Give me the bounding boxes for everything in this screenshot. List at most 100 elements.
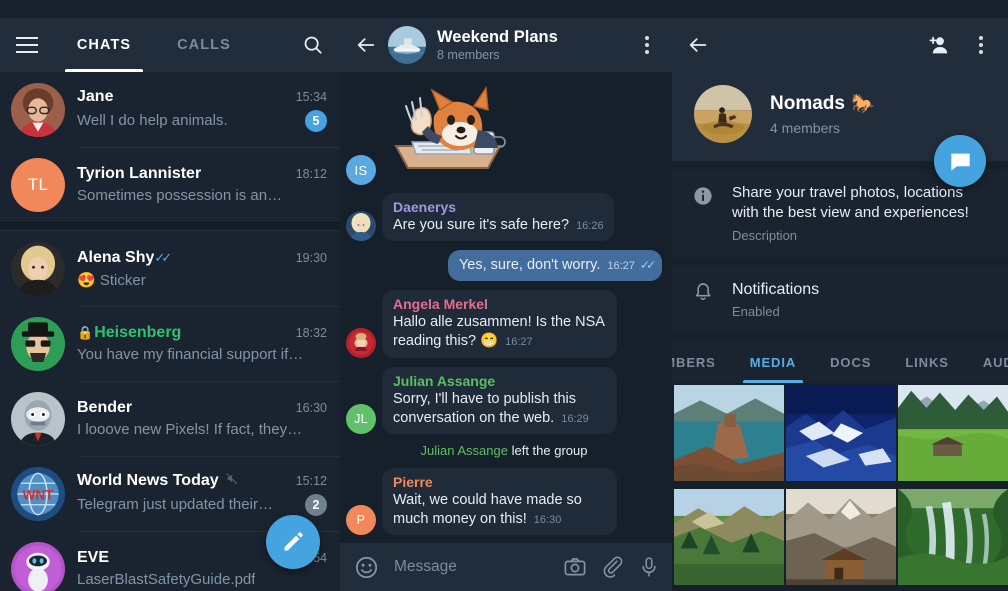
message-time: 16:26 <box>576 220 604 232</box>
avatar[interactable]: P <box>346 505 376 535</box>
pencil-icon <box>284 532 303 551</box>
chat-list-item-bender[interactable]: Bender 16:30 I looove new Pixels! If fact,… <box>0 381 340 456</box>
conversation-back-button[interactable] <box>344 23 388 67</box>
profile-name-block: Nomads 🐎 4 members <box>770 92 875 136</box>
menu-button[interactable] <box>0 18 54 72</box>
avatar[interactable] <box>11 391 65 446</box>
message-bubble[interactable]: Angela Merkel Hallo alle zusammen! Is the… <box>382 290 617 358</box>
conversation-avatar[interactable] <box>388 26 426 64</box>
message-sender: Daenerys <box>393 199 457 215</box>
chat-item-body: Bender 16:30 I looove new Pixels! If fact,… <box>77 399 327 438</box>
avatar[interactable]: JL <box>346 403 376 434</box>
message-bubble[interactable]: Pierre Wait, we could have made so much m… <box>382 467 617 535</box>
chat-item-time: 18:12 <box>295 167 327 181</box>
status-bar-chat <box>340 0 672 18</box>
chat-item-bottom: Telegram just updated their… 2 <box>77 493 327 516</box>
profile-tab-audio[interactable]: AUDIO <box>966 341 1008 383</box>
chat-item-preview: Well I do help animals. <box>77 112 228 129</box>
incoming-message[interactable]: P Pierre Wait, we could have made so much … <box>346 467 662 535</box>
profile-menu-button[interactable] <box>962 23 1000 67</box>
avatar[interactable] <box>11 541 65 591</box>
compose-button[interactable] <box>266 515 320 569</box>
avatar[interactable] <box>346 327 376 358</box>
tab-chats[interactable]: CHATS <box>54 18 154 72</box>
chat-item-name: Bender <box>77 399 133 416</box>
chat-item-body: World News Today 15:12 Telegram just updat… <box>77 472 327 516</box>
camera-button[interactable] <box>563 555 587 579</box>
conversation-title: Weekend Plans <box>437 27 558 46</box>
send-message-fab[interactable] <box>934 135 986 187</box>
avatar[interactable]: WNT <box>11 466 65 521</box>
avatar[interactable] <box>346 211 376 242</box>
chat-list-item-heisenberg[interactable]: 🔒 Heisenberg 18:32 You have my financial su… <box>0 306 340 381</box>
chat-list-scroll[interactable]: Jane 15:34 Well I do help animals. 5 TL Tyrio… <box>0 72 340 591</box>
mountain-ridge-photo[interactable] <box>674 489 784 586</box>
avatar[interactable] <box>11 82 65 137</box>
chat-item-bottom: Sometimes possession is an… <box>77 187 327 204</box>
chat-item-preview: Sometimes possession is an… <box>77 187 283 204</box>
incoming-message[interactable]: Angela Merkel Hallo alle zusammen! Is the… <box>346 290 662 358</box>
profile-avatar[interactable] <box>694 85 752 143</box>
message-text: Are you sure it's safe here? 16:26 <box>393 217 604 233</box>
more-vertical-icon <box>645 43 649 47</box>
emoji-button[interactable] <box>354 555 379 580</box>
chat-item-bottom: LaserBlastSafetyGuide.pdf <box>77 571 327 588</box>
chat-item-top: Alena Shy ✓✓ 19:30 <box>77 249 327 267</box>
message-list[interactable]: IS Daenerys Are you sure it's safe here? 16… <box>340 72 672 543</box>
tab-calls[interactable]: CALLS <box>154 18 254 72</box>
avatar[interactable] <box>11 316 65 371</box>
add-member-button[interactable] <box>916 23 960 67</box>
conversation-menu-button[interactable] <box>628 23 666 67</box>
chat-list-item-alena-shy[interactable]: Alena Shy ✓✓ 19:30 😍 Sticker <box>0 231 340 306</box>
chat-item-top: Jane 15:34 <box>77 88 327 106</box>
system-message-actor: Julian Assange <box>420 442 508 458</box>
conversation-subtitle: 8 members <box>437 48 500 63</box>
sticker-message[interactable]: IS <box>346 80 662 185</box>
lake-cliff-photo[interactable] <box>674 385 784 482</box>
voice-button[interactable] <box>638 556 660 578</box>
horse-rider-photo <box>694 85 752 143</box>
chat-item-name: Jane <box>77 87 114 105</box>
search-button[interactable] <box>286 18 340 72</box>
profile-members-count: 4 members <box>770 120 841 136</box>
profile-tab-media[interactable]: MEDIA <box>733 341 813 384</box>
message-time: 16:27 <box>607 260 635 273</box>
unread-badge: 2 <box>305 493 327 516</box>
profile-tab-members[interactable]: MEMBERS <box>672 341 733 383</box>
message-text: Sorry, I'll have to publish this convers… <box>393 390 589 426</box>
chat-item-bottom: I looove new Pixels! If fact, they… <box>77 421 327 438</box>
message-bubble[interactable]: Yes, sure, don't worry. 16:27 ✓✓ <box>447 250 662 282</box>
status-bar-profile <box>672 0 1008 18</box>
message-time: 16:27 <box>505 336 533 349</box>
incoming-message[interactable]: Daenerys Are you sure it's safe here? 16:2… <box>346 193 662 242</box>
avatar[interactable] <box>11 241 65 296</box>
chat-bubble-icon <box>950 153 970 170</box>
message-input[interactable]: Message <box>394 558 549 576</box>
chat-list-header: CHATS CALLS <box>0 18 340 72</box>
notifications-block[interactable]: Notifications Enabled <box>672 264 1008 334</box>
paperclip-icon <box>603 556 623 578</box>
attach-button[interactable] <box>601 556 624 579</box>
chat-item-preview: You have my financial support if… <box>77 346 304 363</box>
incoming-message[interactable]: JL Julian Assange Sorry, I'll have to publ… <box>346 366 662 434</box>
snow-mountain-photo[interactable] <box>786 385 896 482</box>
profile-tab-links[interactable]: LINKS <box>888 341 966 383</box>
add-person-icon <box>929 36 948 54</box>
back-arrow-icon <box>689 38 707 52</box>
profile-back-button[interactable] <box>676 23 720 67</box>
profile-tab-docs[interactable]: DOCS <box>813 341 888 383</box>
waterfall-forest-photo[interactable] <box>898 489 1008 586</box>
avatar[interactable]: IS <box>346 155 376 185</box>
media-grid[interactable] <box>672 383 1008 591</box>
outgoing-message[interactable]: Yes, sure, don't worry. 16:27 ✓✓ <box>346 250 662 282</box>
microphone-icon <box>642 557 656 577</box>
message-bubble[interactable]: Daenerys Are you sure it's safe here? 16:2… <box>382 193 614 242</box>
chat-list-item-tyrion-lannister[interactable]: TL Tyrion Lannister 18:12 Sometimes possess… <box>0 147 340 222</box>
green-meadow-hut-photo[interactable] <box>898 385 1008 482</box>
avatar[interactable]: TL <box>11 157 65 212</box>
profile-name: Nomads <box>770 93 845 114</box>
message-bubble[interactable]: Julian Assange Sorry, I'll have to publis… <box>382 366 617 434</box>
chat-list-item-jane[interactable]: Jane 15:34 Well I do help animals. 5 <box>0 72 340 147</box>
rocky-peak-cabin-photo[interactable] <box>786 489 896 586</box>
shiba-inu-sticker[interactable] <box>382 80 510 185</box>
